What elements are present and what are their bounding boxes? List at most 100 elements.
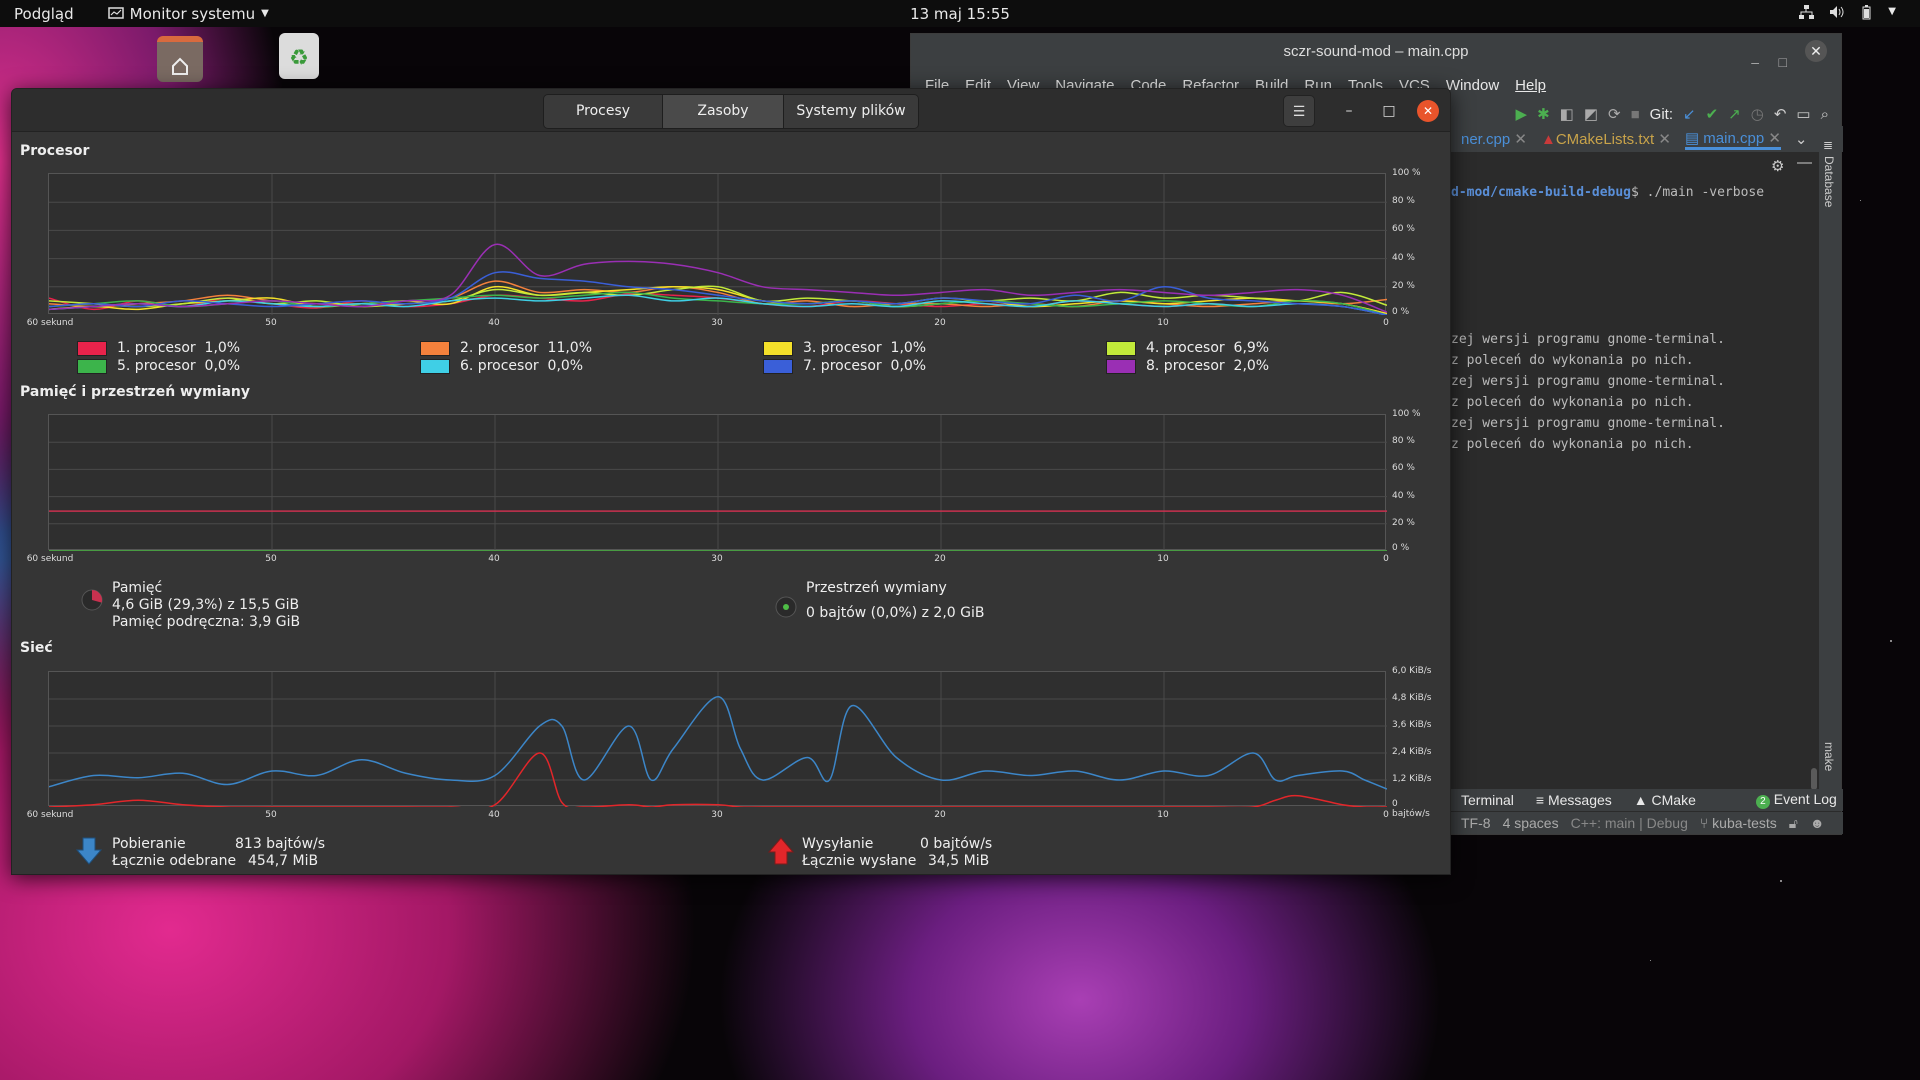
profile-icon[interactable]: ◩	[1584, 105, 1598, 123]
memory-pie-icon[interactable]	[80, 588, 104, 612]
database-panel-label[interactable]: Database	[1822, 156, 1836, 207]
close-icon[interactable]: ✕	[1514, 131, 1527, 148]
system-menu-chevron-icon[interactable]: ▼	[1888, 4, 1896, 20]
branch-icon: ⑂	[1699, 815, 1709, 831]
settings-gear-icon[interactable]: ⚙	[1771, 157, 1784, 175]
x-tick-label: 10	[1157, 810, 1169, 820]
indent-status[interactable]: 4 spaces	[1503, 815, 1559, 831]
tab-messages[interactable]: ≡ Messages	[1536, 792, 1612, 808]
network-chart	[49, 672, 1387, 807]
close-icon[interactable]: ✕	[1658, 131, 1671, 148]
volume-icon[interactable]	[1828, 4, 1844, 20]
battery-icon[interactable]	[1858, 4, 1874, 20]
encoding-status[interactable]: TF-8	[1461, 815, 1491, 831]
maximize-button[interactable]: □	[1779, 44, 1787, 80]
color-swatch[interactable]	[420, 358, 450, 374]
close-button[interactable]: ✕	[1417, 100, 1439, 122]
tab-zasoby[interactable]: Zasoby	[663, 95, 784, 128]
network-icon[interactable]	[1798, 4, 1815, 20]
color-swatch[interactable]	[763, 358, 793, 374]
tab-systemy-plikow[interactable]: Systemy plików	[784, 95, 918, 128]
close-icon[interactable]: ✕	[1768, 130, 1781, 147]
cpu-legend-item-3[interactable]: 3. procesor 1,0%	[763, 340, 926, 356]
y-tick-label: 20 %	[1392, 517, 1415, 528]
make-panel-label[interactable]: make	[1822, 742, 1836, 771]
coverage-icon[interactable]: ◧	[1560, 105, 1574, 123]
git-push-icon[interactable]: ↗	[1728, 105, 1741, 123]
swap-pie-icon[interactable]	[774, 595, 798, 619]
hide-panel-icon[interactable]: —	[1797, 154, 1812, 171]
y-tick-label: 3,6 KiB/s	[1392, 720, 1432, 730]
tabs-overflow-icon[interactable]: ⌄	[1795, 130, 1808, 148]
tab-cmake[interactable]: ▲ CMake	[1634, 792, 1696, 808]
cpu-legend-item-5[interactable]: 5. procesor 0,0%	[77, 358, 240, 374]
terminal-scrollbar[interactable]	[1811, 768, 1817, 790]
tab-procesy[interactable]: Procesy	[544, 95, 663, 128]
monitor-headerbar[interactable]: Procesy Zasoby Systemy plików ☰ – □ ✕	[12, 89, 1450, 132]
git-branch-status[interactable]: ⑂ kuba-tests	[1700, 815, 1777, 831]
close-button[interactable]: ✕	[1805, 40, 1827, 62]
y-tick-label: 40 %	[1392, 252, 1415, 263]
color-swatch[interactable]	[763, 340, 793, 356]
color-swatch[interactable]	[1106, 340, 1136, 356]
maximize-button[interactable]: □	[1373, 95, 1405, 127]
cpu-legend-item-6[interactable]: 6. procesor 0,0%	[420, 358, 583, 374]
database-icon[interactable]: ≣	[1823, 138, 1833, 152]
rollback-icon[interactable]: ↶	[1774, 105, 1787, 123]
cmake-profile-status[interactable]: C++: main | Debug	[1571, 815, 1688, 831]
memory-value: 4,6 GiB (29,3%) z 15,5 GiB	[112, 597, 300, 613]
tab-event-log[interactable]: 2 Event Log	[1755, 791, 1837, 809]
cpu-legend-item-7[interactable]: 7. procesor 0,0%	[763, 358, 926, 374]
x-tick-label: 40	[488, 554, 500, 564]
cpu-legend-item-4[interactable]: 4. procesor 6,9%	[1106, 340, 1269, 356]
stop-icon[interactable]: ■	[1631, 106, 1640, 123]
tab-ner-cpp[interactable]: ner.cpp ✕	[1461, 130, 1527, 148]
activities-button[interactable]: Podgląd	[14, 5, 74, 23]
tab-label: ner.cpp	[1461, 131, 1511, 148]
color-swatch[interactable]	[77, 340, 107, 356]
upload-info: Wysyłanie Łącznie wysłane	[802, 836, 916, 870]
minimize-button[interactable]: –	[1751, 44, 1759, 80]
color-swatch[interactable]	[1106, 358, 1136, 374]
terminal-line: zej wersji programu gnome-terminal.	[1451, 332, 1725, 347]
upload-arrow-icon	[768, 837, 794, 865]
attach-icon[interactable]: ⟳	[1608, 105, 1621, 123]
terminal-line: z poleceń do wykonania po nich.	[1451, 395, 1694, 410]
history-icon[interactable]: ◷	[1751, 105, 1764, 123]
home-folder-icon[interactable]	[157, 36, 203, 82]
ide-title: sczr-sound-mod – main.cpp	[1283, 43, 1469, 60]
inspector-icon[interactable]: ☻︎	[1810, 815, 1825, 831]
layout-icon[interactable]: ▭	[1796, 105, 1810, 123]
cpu-legend-item-8[interactable]: 8. procesor 2,0%	[1106, 358, 1269, 374]
y-tick-label: 100 %	[1392, 168, 1421, 178]
run-icon[interactable]: ▶	[1516, 105, 1528, 123]
branch-label: kuba-tests	[1712, 815, 1777, 831]
y-tick-label: 100 %	[1392, 409, 1421, 419]
app-menu-label: Monitor systemu	[129, 4, 256, 23]
terminal-line: zej wersji programu gnome-terminal.	[1451, 374, 1725, 389]
git-commit-icon[interactable]: ✔	[1706, 105, 1719, 123]
search-icon[interactable]: ⌕	[1821, 106, 1829, 123]
color-swatch[interactable]	[77, 358, 107, 374]
menu-help[interactable]: Help	[1507, 77, 1554, 94]
git-update-icon[interactable]: ↙	[1683, 105, 1696, 123]
minimize-button[interactable]: –	[1333, 95, 1365, 127]
tab-cmakelists[interactable]: ▲CMakeLists.txt ✕	[1541, 130, 1671, 148]
cpu-legend-item-2[interactable]: 2. procesor 11,0%	[420, 340, 592, 356]
y-tick-label: 0 %	[1392, 307, 1410, 317]
ide-titlebar[interactable]: sczr-sound-mod – main.cpp – □ ✕	[911, 34, 1841, 70]
chevron-down-icon: ▼	[261, 8, 269, 19]
cpu-legend-item-1[interactable]: 1. procesor 1,0%	[77, 340, 240, 356]
clock[interactable]: 13 maj 15:55	[910, 5, 1010, 23]
hamburger-menu-button[interactable]: ☰	[1283, 95, 1315, 127]
debug-icon[interactable]: ✱	[1537, 105, 1550, 123]
trash-icon[interactable]: ♻	[279, 33, 319, 79]
lock-icon[interactable]: 🔓︎	[1789, 815, 1798, 832]
terminal-output[interactable]: d-mod/cmake-build-debug$ ./main -verbose…	[1451, 182, 1791, 455]
cpu-legend-label: 5. procesor 0,0%	[117, 358, 241, 374]
tab-main-cpp[interactable]: ▤ main.cpp ✕	[1684, 129, 1781, 150]
tab-label: CMake	[1651, 792, 1696, 808]
tab-terminal[interactable]: Terminal	[1461, 792, 1514, 808]
app-menu[interactable]: Monitor systemu ▼	[107, 4, 269, 23]
color-swatch[interactable]	[420, 340, 450, 356]
